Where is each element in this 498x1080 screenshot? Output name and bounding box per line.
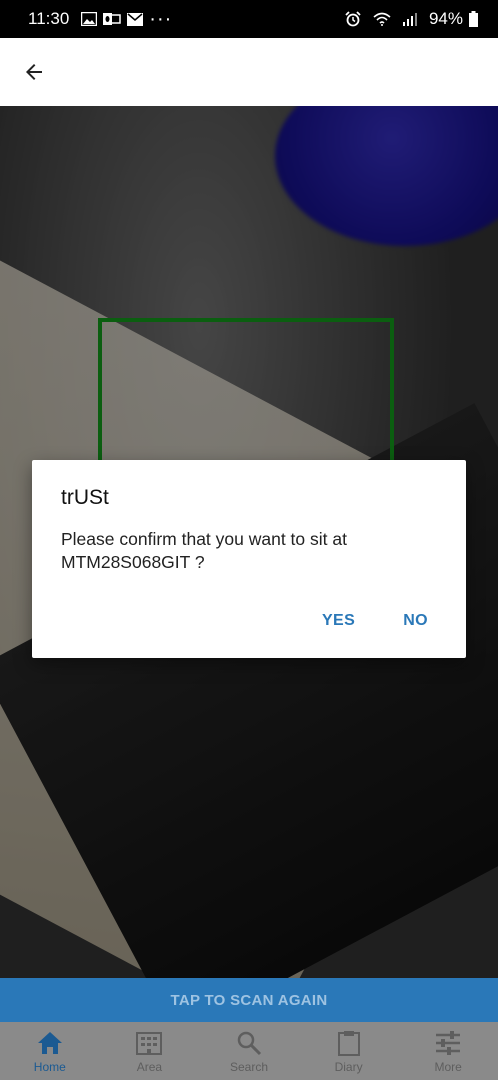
dialog-message: Please confirm that you want to sit at M… (61, 529, 347, 572)
nav-label-home: Home (33, 1060, 66, 1074)
app-bar (0, 38, 498, 106)
nav-label-search: Search (229, 1060, 268, 1074)
gallery-icon (81, 12, 98, 26)
signal-icon (402, 12, 417, 26)
back-button[interactable] (4, 38, 64, 106)
search-icon (237, 1031, 262, 1056)
more-dots-icon: ··· (149, 7, 173, 30)
bottom-nav: Home Area Search Diary More (0, 1022, 498, 1080)
alarm-icon (345, 11, 361, 27)
clipboard-icon (337, 1031, 360, 1056)
battery-icon (469, 11, 478, 27)
nav-item-search[interactable]: Search (199, 1022, 299, 1080)
arrow-left-icon (26, 64, 42, 80)
wifi-icon (373, 12, 391, 26)
email-icon (127, 12, 144, 26)
dialog-actions: YES NO (322, 612, 428, 630)
outlook-icon (103, 12, 122, 26)
nav-item-area[interactable]: Area (100, 1022, 200, 1080)
no-button[interactable]: NO (403, 612, 428, 630)
yes-button[interactable]: YES (322, 612, 355, 630)
battery-percent: 94% (428, 9, 463, 28)
nav-item-home[interactable]: Home (0, 1022, 100, 1080)
dialog-title: trUSt (61, 486, 109, 509)
confirm-seat-dialog: trUSt Please confirm that you want to si… (32, 460, 466, 658)
nav-label-diary: Diary (334, 1060, 363, 1074)
nav-label-more: More (434, 1060, 462, 1074)
home-icon (37, 1032, 62, 1054)
nav-item-more[interactable]: More (398, 1022, 498, 1080)
nav-item-diary[interactable]: Diary (299, 1022, 399, 1080)
nav-label-area: Area (136, 1060, 163, 1074)
status-bar: 11:30 ··· 94% (0, 0, 498, 38)
sliders-icon (436, 1031, 461, 1055)
status-time: 11:30 (28, 9, 70, 28)
building-icon (136, 1032, 163, 1055)
tap-to-scan-again-button[interactable]: TAP TO SCAN AGAIN (0, 978, 498, 1022)
